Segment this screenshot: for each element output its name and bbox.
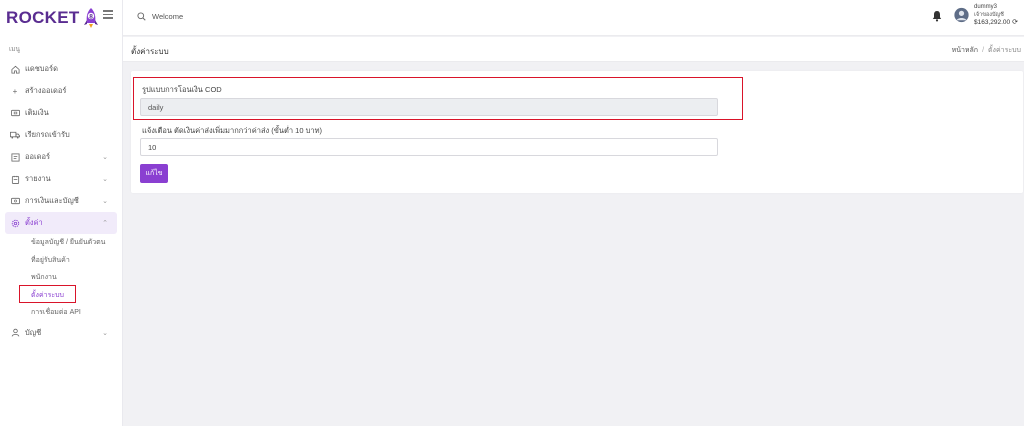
refresh-icon[interactable]: ⟳ bbox=[1012, 19, 1018, 27]
chevron-up-icon: ⌃ bbox=[102, 220, 108, 227]
edit-button[interactable]: แก้ไข bbox=[140, 164, 168, 183]
truck-icon bbox=[10, 130, 20, 140]
alert-threshold-label: แจ้งเตือน ตัดเงินค่าส่งเพิ่มมากกว่าค่าส่… bbox=[142, 126, 323, 135]
gear-icon bbox=[10, 218, 20, 228]
menu-caption: เมนู bbox=[9, 46, 20, 53]
sidebar-nav: แดชบอร์ด + สร้างออเดอร์ เติมเงิน เรียกรถ… bbox=[0, 58, 122, 234]
home-icon bbox=[10, 64, 20, 74]
plus-icon: + bbox=[12, 86, 18, 96]
bell-icon[interactable] bbox=[931, 10, 943, 22]
sidebar-item-finance[interactable]: การเงินและบัญชี ⌄ bbox=[5, 190, 117, 212]
settings-submenu: ข้อมูลบัญชี / ยืนยันตัวตน ที่อยู่รับสินค… bbox=[0, 234, 122, 322]
balance-value: $163,292.00 bbox=[974, 19, 1011, 26]
sidebar-item-topup[interactable]: เติมเงิน bbox=[5, 102, 117, 124]
breadcrumb: หน้าหลัก / ตั้งค่าระบบ bbox=[952, 45, 1021, 56]
user-icon bbox=[10, 328, 20, 338]
chevron-down-icon: ⌄ bbox=[102, 198, 108, 205]
sidebar-nav-bottom: บัญชี ⌄ bbox=[0, 322, 122, 344]
sidebar-item-pickup[interactable]: เรียกรถเข้ารับ bbox=[5, 124, 117, 146]
sidebar-item-create-order[interactable]: + สร้างออเดอร์ bbox=[5, 80, 117, 102]
rocket-badge-icon: 8 bbox=[82, 7, 100, 29]
alert-threshold-input[interactable]: 10 bbox=[140, 138, 718, 156]
sidebar-item-label: เรียกรถเข้ารับ bbox=[25, 130, 70, 139]
sidebar-item-orders[interactable]: ออเดอร์ ⌄ bbox=[5, 146, 117, 168]
brand-logo[interactable]: ROCKET 8 bbox=[0, 0, 122, 36]
finance-icon bbox=[10, 196, 20, 206]
breadcrumb-current: ตั้งค่าระบบ bbox=[988, 47, 1021, 54]
sidebar-item-dashboard[interactable]: แดชบอร์ด bbox=[5, 58, 117, 80]
search-text: Welcome bbox=[152, 12, 184, 21]
breadcrumb-separator: / bbox=[982, 47, 985, 54]
submenu-pickup-address[interactable]: ที่อยู่รับสินค้า bbox=[31, 252, 122, 270]
sidebar-item-label: แดชบอร์ด bbox=[25, 64, 58, 73]
user-name: dummy3 bbox=[974, 4, 998, 10]
wallet-icon bbox=[10, 108, 20, 118]
sidebar-item-settings[interactable]: ตั้งค่า ⌃ bbox=[5, 212, 117, 234]
breadcrumb-home[interactable]: หน้าหลัก bbox=[952, 47, 978, 54]
alert-threshold-value: 10 bbox=[148, 142, 157, 152]
avatar[interactable] bbox=[954, 7, 969, 23]
sidebar-item-label: ตั้งค่า bbox=[25, 218, 43, 227]
menu-toggle-icon[interactable] bbox=[103, 10, 113, 19]
chevron-down-icon: ⌄ bbox=[102, 154, 108, 161]
sidebar-item-label: บัญชี bbox=[25, 327, 42, 337]
brand-wordmark: ROCKET bbox=[6, 8, 80, 27]
page-header: ตั้งค่าระบบ หน้าหลัก / ตั้งค่าระบบ bbox=[123, 37, 1024, 62]
top-bar: Welcome dummy3 เจ้าของบัญชี $163,292.00 … bbox=[123, 0, 1024, 36]
app: ROCKET 8 เมนู แดชบอร์ด + สร้างออเดอร์ เต… bbox=[0, 0, 1024, 426]
sidebar-item-reports[interactable]: รายงาน ⌄ bbox=[5, 168, 117, 190]
brand-badge-number: 8 bbox=[89, 13, 93, 20]
user-role: เจ้าของบัญชี bbox=[974, 12, 1004, 18]
chevron-down-icon: ⌄ bbox=[102, 329, 108, 337]
page-title: ตั้งค่าระบบ bbox=[131, 47, 169, 56]
chevron-down-icon: ⌄ bbox=[102, 176, 108, 183]
report-icon bbox=[10, 174, 20, 184]
user-info: dummy3 เจ้าของบัญชี $163,292.00 ⟳ bbox=[974, 3, 1018, 27]
submenu-staff[interactable]: พนักงาน bbox=[31, 269, 122, 287]
balance-row: $163,292.00 ⟳ bbox=[974, 19, 1018, 27]
cod-highlight-box bbox=[133, 77, 743, 120]
sidebar-item-label: สร้างออเดอร์ bbox=[25, 86, 67, 95]
submenu-api-connection[interactable]: การเชื่อมต่อ API bbox=[31, 304, 122, 322]
orders-icon bbox=[10, 152, 20, 162]
submenu-account-verify[interactable]: ข้อมูลบัญชี / ยืนยันตัวตน bbox=[31, 234, 122, 252]
sidebar-item-label: ออเดอร์ bbox=[25, 152, 50, 161]
sidebar-item-label: การเงินและบัญชี bbox=[25, 196, 79, 205]
search-box[interactable]: Welcome bbox=[137, 12, 183, 21]
search-icon bbox=[137, 12, 146, 21]
sidebar-item-label: รายงาน bbox=[25, 174, 51, 183]
sidebar-item-label: เติมเงิน bbox=[25, 108, 49, 117]
submenu-highlight-box bbox=[19, 285, 76, 303]
settings-card: รูปแบบการโอนเงิน COD daily แจ้งเตือน ตัด… bbox=[131, 71, 1023, 193]
sidebar-item-account[interactable]: บัญชี ⌄ bbox=[5, 322, 117, 344]
sidebar: ROCKET 8 เมนู แดชบอร์ด + สร้างออเดอร์ เต… bbox=[0, 0, 123, 426]
